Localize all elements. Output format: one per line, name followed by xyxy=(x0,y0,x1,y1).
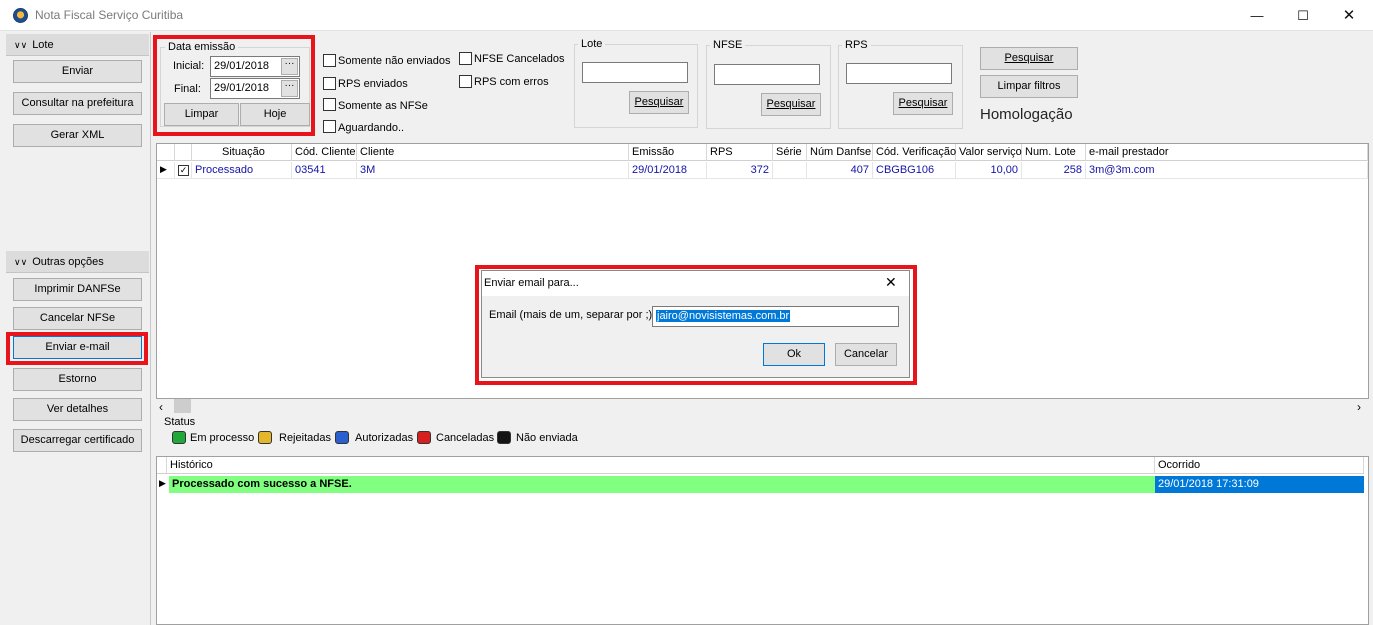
cancelar-nfse-button[interactable]: Cancelar NFSe xyxy=(13,307,142,330)
col-num-danfse[interactable]: Núm Danfse xyxy=(807,144,873,161)
somente-nao-enviados-checkbox[interactable] xyxy=(323,54,336,67)
section-title-outras: Outras opções xyxy=(32,256,104,268)
aguardando-label: Aguardando.. xyxy=(338,122,405,134)
scroll-right-icon[interactable]: › xyxy=(1357,400,1361,414)
col-valor-servico[interactable]: Valor serviço xyxy=(956,144,1022,161)
lote-input[interactable] xyxy=(582,62,688,83)
status-em-processo-label: Em processo xyxy=(190,432,255,444)
row-indicator-icon: ▶ xyxy=(157,162,175,179)
cell-cod-verificacao[interactable]: CBGBG106 xyxy=(873,162,956,179)
history-row-indicator-icon: ▶ xyxy=(159,478,166,488)
consultar-prefeitura-button[interactable]: Consultar na prefeitura xyxy=(13,92,142,115)
rps-group-title: RPS xyxy=(842,39,871,51)
status-rejeitadas-swatch xyxy=(258,431,272,444)
status-title: Status xyxy=(164,416,196,428)
ver-detalhes-button[interactable]: Ver detalhes xyxy=(13,398,142,421)
rps-enviados-checkbox[interactable] xyxy=(323,77,336,90)
chevron-double-down-icon: ∨∨ xyxy=(14,40,28,50)
status-canceladas-label: Canceladas xyxy=(436,432,495,444)
cell-emissao[interactable]: 29/01/2018 xyxy=(629,162,707,179)
col-emissao[interactable]: Emissão xyxy=(629,144,707,161)
estorno-button[interactable]: Estorno xyxy=(13,368,142,391)
close-icon[interactable]: ✕ xyxy=(1326,0,1372,31)
cell-num-danfse[interactable]: 407 xyxy=(807,162,873,179)
cell-cod-cliente[interactable]: 03541 xyxy=(292,162,357,179)
nfse-input[interactable] xyxy=(714,64,820,85)
app-icon xyxy=(13,8,28,23)
cell-situacao[interactable]: Processado xyxy=(192,162,292,179)
history-row-text[interactable]: Processado com sucesso a NFSE. xyxy=(169,476,1155,493)
history-indicator-header xyxy=(157,457,167,474)
status-canceladas-swatch xyxy=(417,431,431,444)
nfse-cancelados-checkbox[interactable] xyxy=(459,52,472,65)
col-situacao[interactable]: Situação xyxy=(192,144,292,161)
lote-group-title: Lote xyxy=(578,38,606,50)
rps-input[interactable] xyxy=(846,63,952,84)
enviar-button[interactable]: Enviar xyxy=(13,60,142,83)
rps-com-erros-checkbox[interactable] xyxy=(459,75,472,88)
cell-rps[interactable]: 372 xyxy=(707,162,773,179)
row-check-mark: ✓ xyxy=(178,165,189,176)
somente-nfse-label: Somente as NFSe xyxy=(338,100,428,112)
cell-serie[interactable] xyxy=(773,162,807,179)
limpar-filtros-button[interactable]: Limpar filtros xyxy=(980,75,1078,98)
col-email-prestador[interactable]: e-mail prestador xyxy=(1086,144,1368,161)
highlight-dialog xyxy=(475,265,917,385)
nfse-group-title: NFSE xyxy=(710,39,746,51)
col-rps[interactable]: RPS xyxy=(707,144,773,161)
nfse-group xyxy=(706,45,831,129)
col-cod-verificacao[interactable]: Cód. Verificação xyxy=(873,144,956,161)
pesquisar-button[interactable]: Pesquisar xyxy=(980,47,1078,70)
col-ocorrido[interactable]: Ocorrido xyxy=(1155,457,1364,474)
history-row-date[interactable]: 29/01/2018 17:31:09 xyxy=(1155,476,1364,493)
history-grid: Histórico Ocorrido ▶ Processado com suce… xyxy=(156,456,1369,625)
row-checkbox[interactable]: ✓ xyxy=(175,162,192,179)
minimize-icon[interactable]: — xyxy=(1234,0,1280,31)
somente-nfse-checkbox[interactable] xyxy=(323,98,336,111)
nfse-cancelados-label: NFSE Cancelados xyxy=(474,53,565,65)
lote-pesquisar-button[interactable]: Pesquisar xyxy=(629,91,689,114)
highlight-enviar-email xyxy=(6,332,148,365)
imprimir-danfse-button[interactable]: Imprimir DANFSe xyxy=(13,278,142,301)
status-rejeitadas-label: Rejeitadas xyxy=(279,432,331,444)
chevron-double-down-icon: ∨∨ xyxy=(14,257,28,267)
status-em-processo-swatch xyxy=(172,431,186,444)
nfse-pesquisar-button[interactable]: Pesquisar xyxy=(761,93,821,116)
col-cod-cliente[interactable]: Cód. Cliente xyxy=(292,144,357,161)
status-nao-enviada-swatch xyxy=(497,431,511,444)
scroll-left-icon[interactable]: ‹ xyxy=(159,400,163,414)
status-autorizadas-swatch xyxy=(335,431,349,444)
horizontal-scrollbar[interactable]: ‹ › xyxy=(156,399,1369,415)
window-title: Nota Fiscal Serviço Curitiba xyxy=(35,8,184,22)
lote-group xyxy=(574,44,698,128)
rps-com-erros-label: RPS com erros xyxy=(474,76,549,88)
col-serie[interactable]: Série xyxy=(773,144,807,161)
grid-indicator-header xyxy=(157,144,175,161)
rps-group xyxy=(838,45,963,129)
cell-email-prestador[interactable]: 3m@3m.com xyxy=(1086,162,1368,179)
environment-label: Homologação xyxy=(980,106,1073,123)
rps-pesquisar-button[interactable]: Pesquisar xyxy=(893,92,953,115)
rps-enviados-label: RPS enviados xyxy=(338,78,408,90)
section-header-outras-opcoes[interactable]: ∨∨ Outras opções xyxy=(6,251,149,273)
aguardando-checkbox[interactable] xyxy=(323,120,336,133)
col-cliente[interactable]: Cliente xyxy=(357,144,629,161)
somente-nao-enviados-label: Somente não enviados xyxy=(338,55,451,67)
section-header-lote[interactable]: ∨∨ Lote xyxy=(6,34,149,56)
title-bar: Nota Fiscal Serviço Curitiba — ☐ ✕ xyxy=(0,0,1373,31)
section-title-lote: Lote xyxy=(32,39,54,51)
cell-valor-servico[interactable]: 10,00 xyxy=(956,162,1022,179)
status-nao-enviada-label: Não enviada xyxy=(516,432,578,444)
maximize-icon[interactable]: ☐ xyxy=(1280,0,1326,31)
status-autorizadas-label: Autorizadas xyxy=(355,432,414,444)
col-historico[interactable]: Histórico xyxy=(167,457,1155,474)
scroll-thumb[interactable] xyxy=(174,399,191,413)
highlight-data-emissao xyxy=(153,35,315,136)
col-num-lote[interactable]: Num. Lote xyxy=(1022,144,1086,161)
cell-cliente[interactable]: 3M xyxy=(357,162,629,179)
grid-check-header xyxy=(175,144,192,161)
descarregar-certificado-button[interactable]: Descarregar certificado xyxy=(13,429,142,452)
gerar-xml-button[interactable]: Gerar XML xyxy=(13,124,142,147)
cell-num-lote[interactable]: 258 xyxy=(1022,162,1086,179)
